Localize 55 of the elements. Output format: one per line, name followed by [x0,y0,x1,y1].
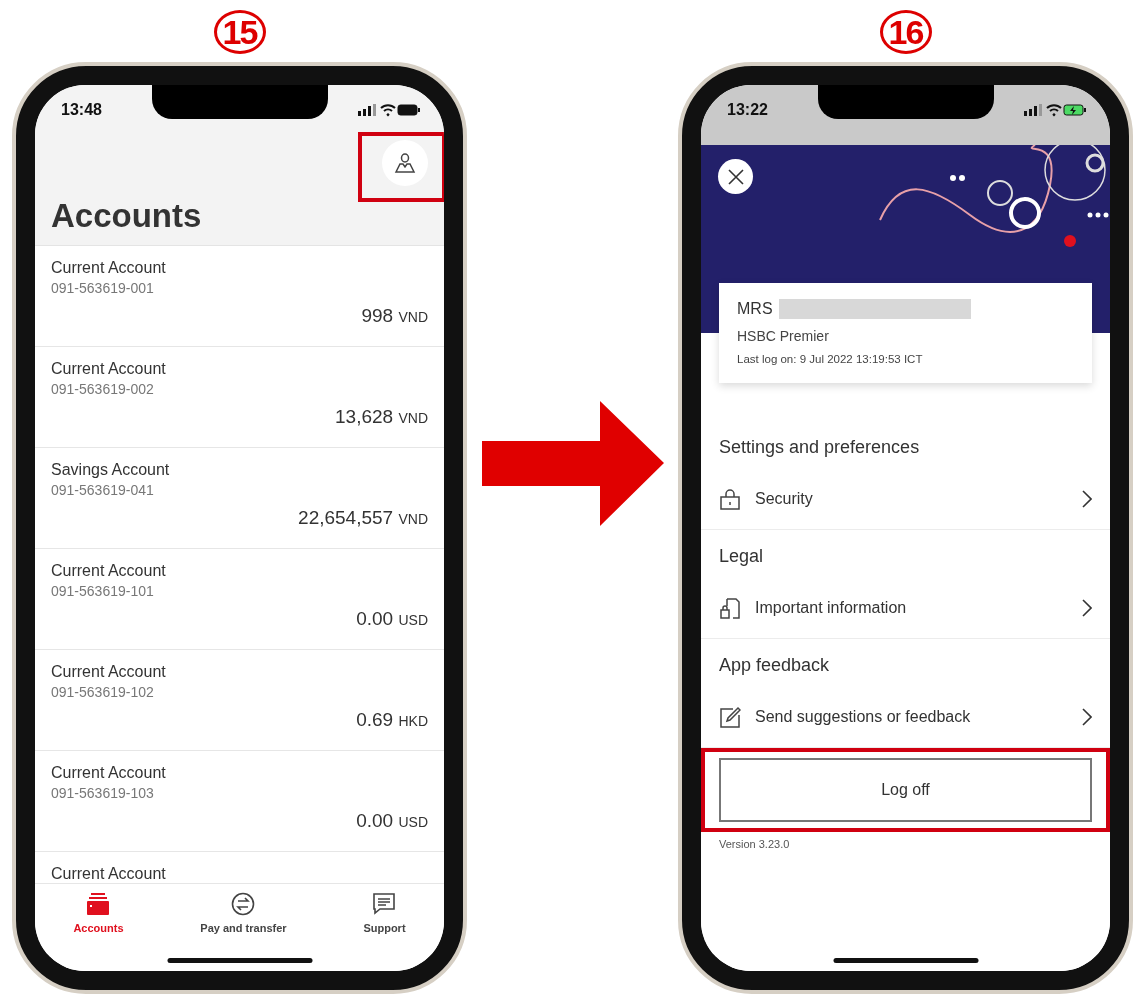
step-number: 15 [213,10,266,54]
account-number: 091-563619-102 [51,684,154,700]
customer-title: MRS [737,300,773,318]
wallet-icon [86,892,111,916]
account-name: Current Account [51,562,166,580]
tab[interactable]: Pay and transfer [192,892,295,938]
signal-icon [1024,104,1042,116]
section-heading: Legal [718,545,765,568]
close-button[interactable] [718,159,753,194]
profile-button[interactable] [382,140,428,186]
last-log-on: Last log on: 9 Jul 2022 13:19:53 ICT [737,353,924,365]
wifi-icon [380,104,396,116]
lock-icon [719,487,741,510]
version-text: Version 3.23.0 [718,837,791,852]
transfer-icon [231,892,256,916]
account-balance: 0.00 USD [356,608,428,630]
wifi-icon [1046,104,1062,116]
status-time: 13:48 [61,101,102,119]
battery-icon [1063,104,1086,116]
account-number: 091-563619-001 [51,280,154,296]
battery-icon [397,104,420,116]
section-heading: Settings and preferences [718,436,921,459]
person-icon [394,152,416,174]
account-number: 091-563619-041 [51,482,154,498]
account-balance: 22,654,557 VND [298,507,428,529]
close-icon [725,166,746,187]
status-time: 13:22 [727,101,768,119]
account-balance: 0.69 HKD [356,709,428,731]
tier-label: HSBC Premier [737,328,830,344]
signal-icon [358,104,376,116]
section-heading: App feedback [718,654,831,677]
account-name: Current Account [51,360,166,378]
chevron-icon [1082,598,1092,617]
document-lock-icon [719,596,741,619]
account-balance: 0.00 USD [356,810,428,832]
arrow-icon [481,400,664,526]
account-number: 091-563619-103 [51,785,154,801]
account-name: Current Account [51,764,166,782]
account-balance: 13,628 VND [335,406,428,428]
page-title: Accounts [51,197,202,235]
chat-icon [372,892,397,916]
account-balance: 998 VND [361,305,428,327]
step-number: 16 [879,10,932,54]
tab[interactable]: Support [355,892,414,938]
account-name: Current Account [51,259,166,277]
edit-icon [719,705,741,728]
account-name: Current Account [51,865,166,883]
account-number: 091-563619-002 [51,381,154,397]
chevron-icon [1082,489,1092,508]
account-name: Current Account [51,663,166,681]
log-off-button[interactable]: Log off [719,758,1092,822]
tab[interactable]: Accounts [65,892,132,938]
chevron-icon [1082,707,1092,726]
account-name: Savings Account [51,461,170,479]
account-number: 091-563619-101 [51,583,154,599]
